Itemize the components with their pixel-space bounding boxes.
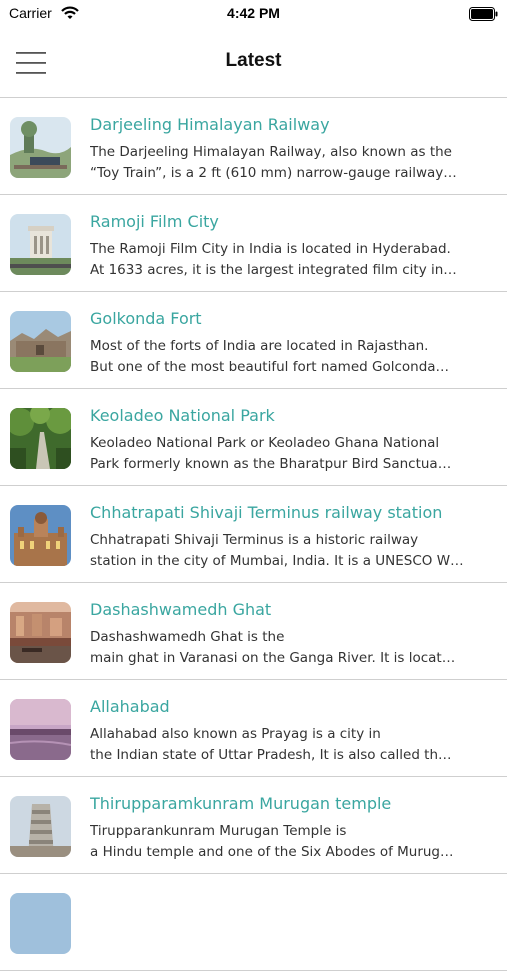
description-line: Most of the forts of India are located i… bbox=[90, 338, 429, 354]
list-item[interactable]: Allahabad Allahabad also known as Prayag… bbox=[0, 680, 507, 777]
list-item[interactable]: Dashashwamedh Ghat Dashashwamedh Ghat is… bbox=[0, 583, 507, 680]
status-time: 4:42 PM bbox=[227, 5, 280, 21]
description-line: But one of the most beautiful fort named… bbox=[90, 359, 450, 375]
place-thumbnail bbox=[10, 505, 71, 566]
item-description: The Ramoji Film City in India is located… bbox=[90, 239, 495, 281]
item-description: The Darjeeling Himalayan Railway, also k… bbox=[90, 142, 495, 184]
list-item[interactable]: Darjeeling Himalayan Railway The Darjeel… bbox=[0, 98, 507, 195]
navigation-bar: Latest bbox=[0, 28, 507, 98]
description-line: a Hindu temple and one of the Six Abodes… bbox=[90, 844, 454, 860]
item-title: Thirupparamkunram Murugan temple bbox=[90, 794, 392, 813]
place-thumbnail bbox=[10, 311, 71, 372]
place-thumbnail bbox=[10, 893, 71, 954]
item-title: Golkonda Fort bbox=[90, 309, 202, 328]
description-line: main ghat in Varanasi on the Ganga River… bbox=[90, 650, 456, 666]
item-title: Keoladeo National Park bbox=[90, 406, 275, 425]
place-thumbnail bbox=[10, 602, 71, 663]
place-thumbnail bbox=[10, 214, 71, 275]
list-item-partial[interactable] bbox=[0, 874, 507, 971]
description-line: station in the city of Mumbai, India. It… bbox=[90, 553, 464, 569]
item-description: Keoladeo National Park or Keoladeo Ghana… bbox=[90, 433, 495, 475]
item-title: Chhatrapati Shivaji Terminus railway sta… bbox=[90, 503, 443, 522]
description-line: Allahabad also known as Prayag is a city… bbox=[90, 726, 381, 742]
description-line: The Ramoji Film City in India is located… bbox=[90, 241, 451, 257]
status-bar: Carrier 4:42 PM bbox=[0, 0, 507, 28]
item-title: Dashashwamedh Ghat bbox=[90, 600, 272, 619]
description-line: Park formerly known as the Bharatpur Bir… bbox=[90, 456, 452, 472]
list-item[interactable]: Ramoji Film City The Ramoji Film City in… bbox=[0, 195, 507, 292]
list-item[interactable]: Chhatrapati Shivaji Terminus railway sta… bbox=[0, 486, 507, 583]
item-title: Ramoji Film City bbox=[90, 212, 219, 231]
description-line: Keoladeo National Park or Keoladeo Ghana… bbox=[90, 435, 440, 451]
description-line: At 1633 acres, it is the largest integra… bbox=[90, 262, 457, 278]
item-description: Allahabad also known as Prayag is a city… bbox=[90, 724, 495, 766]
description-line: the Indian state of Uttar Pradesh, It is… bbox=[90, 747, 452, 763]
list-item[interactable]: Golkonda Fort Most of the forts of India… bbox=[0, 292, 507, 389]
place-thumbnail bbox=[10, 796, 71, 857]
list-item[interactable]: Thirupparamkunram Murugan temple Tiruppa… bbox=[0, 777, 507, 874]
description-line: Tirupparankunram Murugan Temple is bbox=[90, 823, 347, 839]
item-description: Tirupparankunram Murugan Temple is a Hin… bbox=[90, 821, 495, 863]
battery-full-icon bbox=[469, 6, 499, 21]
description-line: Chhatrapati Shivaji Terminus is a histor… bbox=[90, 532, 419, 548]
item-title: Darjeeling Himalayan Railway bbox=[90, 115, 330, 134]
description-line: “Toy Train”, is a 2 ft (610 mm) narrow-g… bbox=[90, 165, 457, 181]
place-thumbnail bbox=[10, 408, 71, 469]
item-title: Allahabad bbox=[90, 697, 170, 716]
list-item[interactable]: Keoladeo National Park Keoladeo National… bbox=[0, 389, 507, 486]
item-description: Dashashwamedh Ghat is the main ghat in V… bbox=[90, 627, 495, 669]
item-description: Chhatrapati Shivaji Terminus is a histor… bbox=[90, 530, 495, 572]
page-title: Latest bbox=[225, 50, 282, 71]
item-description: Most of the forts of India are located i… bbox=[90, 336, 495, 378]
description-line: Dashashwamedh Ghat is the bbox=[90, 629, 285, 645]
places-list: Darjeeling Himalayan Railway The Darjeel… bbox=[0, 98, 507, 971]
description-line: The Darjeeling Himalayan Railway, also k… bbox=[90, 144, 452, 160]
place-thumbnail bbox=[10, 699, 71, 760]
place-thumbnail bbox=[10, 117, 71, 178]
